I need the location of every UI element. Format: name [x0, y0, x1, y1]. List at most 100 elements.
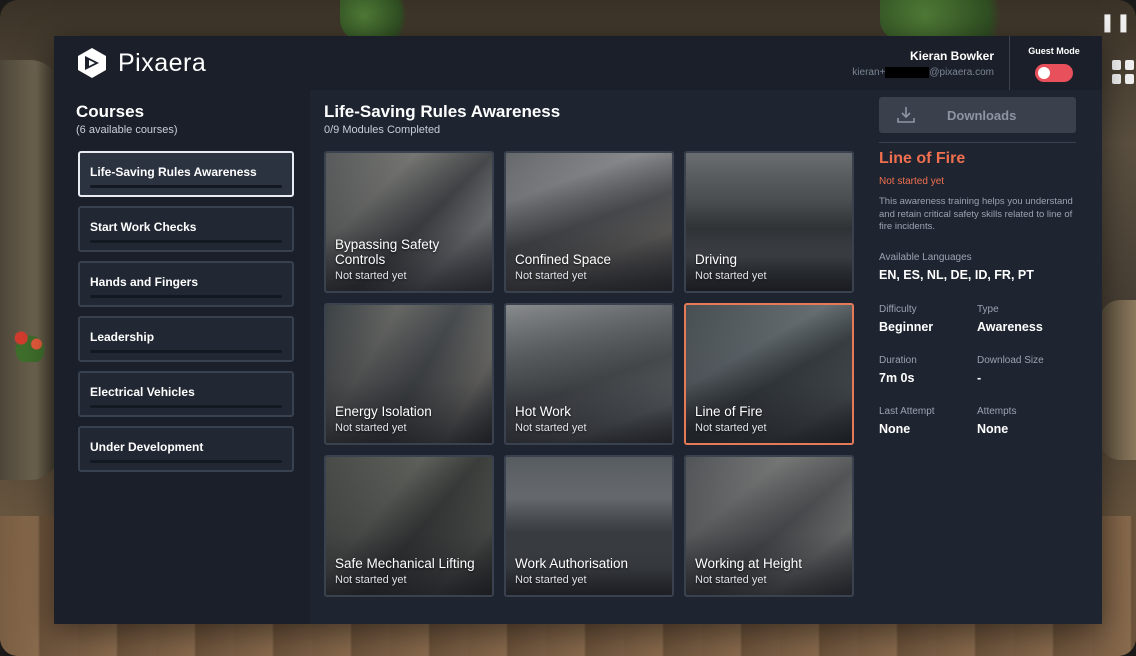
- background-flowers: [8, 322, 52, 362]
- download-size-value: -: [977, 371, 982, 385]
- course-item-life-saving-rules-awareness[interactable]: Life-Saving Rules Awareness: [78, 151, 294, 197]
- course-item-start-work-checks[interactable]: Start Work Checks: [78, 206, 294, 252]
- courses-title: Courses: [76, 102, 145, 121]
- course-list: Life-Saving Rules Awareness Start Work C…: [78, 151, 294, 481]
- course-item-leadership[interactable]: Leadership: [78, 316, 294, 362]
- course-progress-bar: [90, 405, 282, 408]
- user-email-suffix: @pixaera.com: [929, 67, 994, 79]
- module-title: Working at Height: [695, 556, 803, 571]
- last-attempt-label: Last Attempt: [879, 406, 935, 417]
- main-panel: Pixaera Kieran Bowker kieran+ @pixaera.co…: [54, 36, 1102, 624]
- header-divider: [1009, 36, 1010, 90]
- download-icon: [897, 107, 915, 123]
- course-progress-bar: [90, 240, 282, 243]
- background-rock-right: [1100, 300, 1136, 460]
- module-status: Not started yet: [695, 574, 767, 586]
- module-card-confined-space[interactable]: Confined Space Not started yet: [504, 151, 674, 293]
- module-status: Not started yet: [335, 270, 407, 282]
- pause-icon[interactable]: ❚❚: [1100, 12, 1132, 33]
- module-card-hot-work[interactable]: Hot Work Not started yet: [504, 303, 674, 445]
- module-status: Not started yet: [695, 422, 767, 434]
- difficulty-label: Difficulty: [879, 304, 917, 315]
- background-foliage: [880, 0, 1030, 40]
- module-status: Not started yet: [515, 270, 587, 282]
- course-label: Leadership: [90, 330, 155, 344]
- module-status: Not started yet: [335, 422, 407, 434]
- module-status: Not started yet: [335, 574, 407, 586]
- available-languages: Available Languages EN, ES, NL, DE, ID, …: [879, 252, 1034, 282]
- detail-divider: [879, 142, 1076, 143]
- brand-logo: Pixaera: [76, 47, 206, 79]
- difficulty-value: Beginner: [879, 320, 934, 334]
- module-title: Work Authorisation: [515, 556, 629, 571]
- toggle-knob: [1038, 67, 1050, 79]
- last-attempt-value: None: [879, 422, 911, 436]
- background-foliage: [340, 0, 420, 40]
- course-label: Hands and Fingers: [90, 275, 199, 289]
- module-status: Not started yet: [695, 270, 767, 282]
- module-card-safe-mechanical-lifting[interactable]: Safe Mechanical Lifting Not started yet: [324, 455, 494, 597]
- module-card-driving[interactable]: Driving Not started yet: [684, 151, 854, 293]
- attempts-field: Attempts None: [977, 406, 1087, 436]
- type-field: Type Awareness: [977, 304, 1087, 334]
- difficulty-field: Difficulty Beginner: [879, 304, 989, 334]
- user-email-prefix: kieran+: [852, 67, 886, 79]
- module-title: Hot Work: [515, 404, 572, 419]
- module-title: Bypassing Safety Controls: [335, 237, 440, 267]
- course-label: Start Work Checks: [90, 220, 197, 234]
- module-card-work-authorisation[interactable]: Work Authorisation Not started yet: [504, 455, 674, 597]
- duration-field: Duration 7m 0s: [879, 355, 989, 385]
- detail-title: Line of Fire: [879, 150, 966, 167]
- module-card-energy-isolation[interactable]: Energy Isolation Not started yet: [324, 303, 494, 445]
- course-label: Life-Saving Rules Awareness: [90, 165, 257, 179]
- course-item-under-development[interactable]: Under Development: [78, 426, 294, 472]
- brand-name: Pixaera: [118, 48, 207, 77]
- duration-label: Duration: [879, 355, 917, 366]
- course-title: Life-Saving Rules Awareness: [324, 102, 561, 121]
- module-title: Confined Space: [515, 252, 612, 267]
- module-grid: Bypassing Safety Controls Not started ye…: [324, 151, 854, 597]
- courses-sidebar: Courses (6 available courses) Life-Savin…: [54, 90, 310, 624]
- module-card-bypassing-safety-controls[interactable]: Bypassing Safety Controls Not started ye…: [324, 151, 494, 293]
- module-card-working-at-height[interactable]: Working at Height Not started yet: [684, 455, 854, 597]
- downloads-label: Downloads: [947, 108, 1017, 123]
- downloads-button[interactable]: Downloads: [879, 97, 1076, 133]
- module-status: Not started yet: [515, 574, 587, 586]
- detail-description: This awareness training helps you unders…: [879, 196, 1073, 232]
- pixaera-logo-icon: [78, 48, 106, 78]
- download-size-field: Download Size -: [977, 355, 1087, 385]
- attempts-value: None: [977, 422, 1009, 436]
- top-bar: Pixaera Kieran Bowker kieran+ @pixaera.co…: [54, 36, 1102, 90]
- modules-progress: 0/9 Modules Completed: [324, 124, 441, 136]
- course-item-electrical-vehicles[interactable]: Electrical Vehicles: [78, 371, 294, 417]
- download-size-label: Download Size: [977, 355, 1044, 366]
- languages-value: EN, ES, NL, DE, ID, FR, PT: [879, 268, 1034, 282]
- guest-mode: Guest Mode: [1014, 46, 1094, 82]
- course-progress-bar: [90, 185, 282, 188]
- course-label: Under Development: [90, 440, 204, 454]
- type-value: Awareness: [977, 320, 1043, 334]
- course-label: Electrical Vehicles: [90, 385, 195, 399]
- module-title: Energy Isolation: [335, 404, 432, 419]
- user-name: Kieran Bowker: [909, 49, 994, 63]
- detail-status: Not started yet: [879, 176, 945, 187]
- module-title: Safe Mechanical Lifting: [335, 556, 475, 571]
- last-attempt-field: Last Attempt None: [879, 406, 989, 436]
- apps-grid-icon[interactable]: [1112, 60, 1134, 84]
- duration-value: 7m 0s: [879, 371, 915, 385]
- type-label: Type: [977, 304, 999, 315]
- user-info: Kieran Bowker kieran+ @pixaera.com: [852, 49, 994, 78]
- course-progress-bar: [90, 295, 282, 298]
- module-card-line-of-fire[interactable]: Line of Fire Not started yet: [684, 303, 854, 445]
- module-status: Not started yet: [515, 422, 587, 434]
- course-progress-bar: [90, 350, 282, 353]
- guest-mode-toggle[interactable]: [1035, 64, 1073, 82]
- attempts-label: Attempts: [977, 406, 1017, 417]
- module-title: Driving: [695, 252, 738, 267]
- languages-label: Available Languages: [879, 252, 972, 263]
- module-title: Line of Fire: [695, 404, 763, 419]
- course-progress-bar: [90, 460, 282, 463]
- background-rock-left: [0, 60, 60, 480]
- course-item-hands-and-fingers[interactable]: Hands and Fingers: [78, 261, 294, 307]
- redacted-block: [885, 67, 930, 78]
